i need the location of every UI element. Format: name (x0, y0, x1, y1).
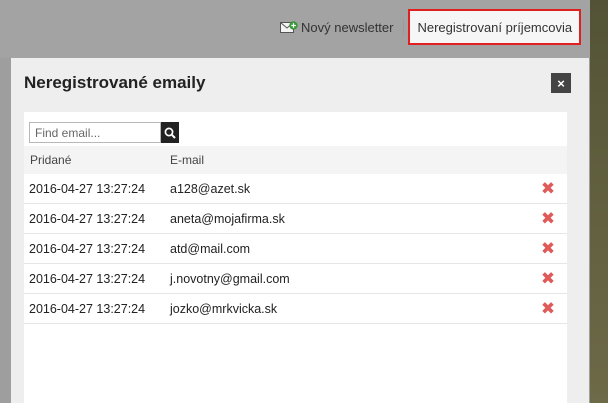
table-row: 2016-04-27 13:27:24 atd@mail.com ✖ (24, 234, 567, 264)
row-date: 2016-04-27 13:27:24 (29, 271, 146, 286)
search-icon[interactable] (161, 122, 179, 143)
row-date: 2016-04-27 13:27:24 (29, 241, 146, 256)
delete-icon[interactable]: ✖ (541, 300, 555, 317)
email-table-body: 2016-04-27 13:27:24 a128@azet.sk ✖ 2016-… (24, 174, 567, 324)
delete-icon[interactable]: ✖ (541, 180, 555, 197)
unregistered-recipients-link[interactable]: Neregistrovaní príjemcovia (408, 9, 582, 45)
row-date: 2016-04-27 13:27:24 (29, 211, 146, 226)
search-input[interactable] (29, 122, 161, 143)
column-header-email: E-mail (170, 153, 205, 167)
table-row: 2016-04-27 13:27:24 j.novotny@gmail.com … (24, 264, 567, 294)
table-header: Pridané E-mail (24, 146, 567, 174)
modal-header: Neregistrované emaily × (11, 58, 589, 108)
modal-body: Pridané E-mail 2016-04-27 13:27:24 a128@… (24, 112, 567, 403)
row-email: a128@azet.sk (170, 181, 251, 196)
table-row: 2016-04-27 13:27:24 jozko@mrkvicka.sk ✖ (24, 294, 567, 324)
envelope-plus-icon (280, 20, 298, 34)
row-email: j.novotny@gmail.com (170, 271, 290, 286)
delete-icon[interactable]: ✖ (541, 270, 555, 287)
new-newsletter-label: Nový newsletter (301, 19, 394, 35)
unregistered-emails-modal: Neregistrované emaily × Pridané E-mail 2… (11, 58, 589, 403)
row-date: 2016-04-27 13:27:24 (29, 181, 146, 196)
search-row (24, 112, 567, 146)
row-email: aneta@mojafirma.sk (170, 211, 285, 226)
close-icon[interactable]: × (551, 73, 571, 93)
table-row: 2016-04-27 13:27:24 aneta@mojafirma.sk ✖ (24, 204, 567, 234)
delete-icon[interactable]: ✖ (541, 210, 555, 227)
top-links: Nový newsletter Neregistrovaní príjemcov… (270, 8, 582, 46)
row-email: jozko@mrkvicka.sk (170, 301, 278, 316)
table-row: 2016-04-27 13:27:24 a128@azet.sk ✖ (24, 174, 567, 204)
new-newsletter-link[interactable]: Nový newsletter (270, 14, 401, 40)
delete-icon[interactable]: ✖ (541, 240, 555, 257)
row-date: 2016-04-27 13:27:24 (29, 301, 146, 316)
column-header-added: Pridané (30, 153, 72, 167)
divider (403, 19, 405, 35)
row-email: atd@mail.com (170, 241, 251, 256)
modal-title: Neregistrované emaily (24, 73, 206, 92)
